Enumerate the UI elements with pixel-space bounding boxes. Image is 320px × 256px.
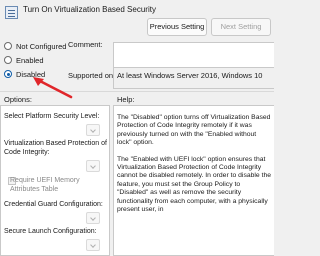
- vbp-label-line2: Code Integrity:: [4, 149, 50, 156]
- enabled-option[interactable]: Enabled: [4, 54, 44, 66]
- not-configured-label: Not Configured: [16, 41, 67, 51]
- supported-on-label: Supported on:: [68, 71, 116, 80]
- next-setting-button[interactable]: Next Setting: [211, 18, 271, 36]
- help-paragraph-1: The "Disabled" option turns off Virtuali…: [117, 114, 271, 147]
- enabled-radio[interactable]: [4, 56, 12, 64]
- policy-icon: [5, 6, 18, 19]
- credential-guard-label: Credential Guard Configuration:: [4, 201, 103, 208]
- not-configured-option[interactable]: Not Configured: [4, 40, 66, 52]
- help-label: Help:: [117, 95, 135, 104]
- help-text: The "Disabled" option turns off Virtuali…: [117, 114, 272, 222]
- credential-guard-dropdown[interactable]: [86, 212, 100, 224]
- uefi-label-line1: Require UEFI Memory: [10, 177, 80, 184]
- vbp-label-line1: Virtualization Based Protection of: [4, 140, 107, 147]
- comment-label: Comment:: [68, 40, 103, 49]
- annotation-arrow-icon: [33, 77, 73, 99]
- secure-launch-dropdown[interactable]: [86, 239, 100, 251]
- enabled-label: Enabled: [16, 55, 44, 65]
- not-configured-radio[interactable]: [4, 42, 12, 50]
- platform-security-label: Select Platform Security Level:: [4, 113, 100, 120]
- secure-launch-label: Secure Launch Configuration:: [4, 228, 97, 235]
- disabled-radio[interactable]: [4, 70, 12, 78]
- help-paragraph-2: The "Enabled with UEFI lock" option ensu…: [117, 155, 272, 214]
- options-label: Options:: [4, 95, 32, 104]
- vbp-dropdown[interactable]: [86, 160, 100, 172]
- platform-security-dropdown[interactable]: [86, 124, 100, 136]
- uefi-label-line2: Attributes Table: [10, 186, 59, 193]
- supported-on-value: At least Windows Server 2016, Windows 10: [117, 71, 263, 80]
- window-title: Turn On Virtualization Based Security: [23, 5, 156, 14]
- previous-setting-button[interactable]: Previous Setting: [147, 18, 207, 36]
